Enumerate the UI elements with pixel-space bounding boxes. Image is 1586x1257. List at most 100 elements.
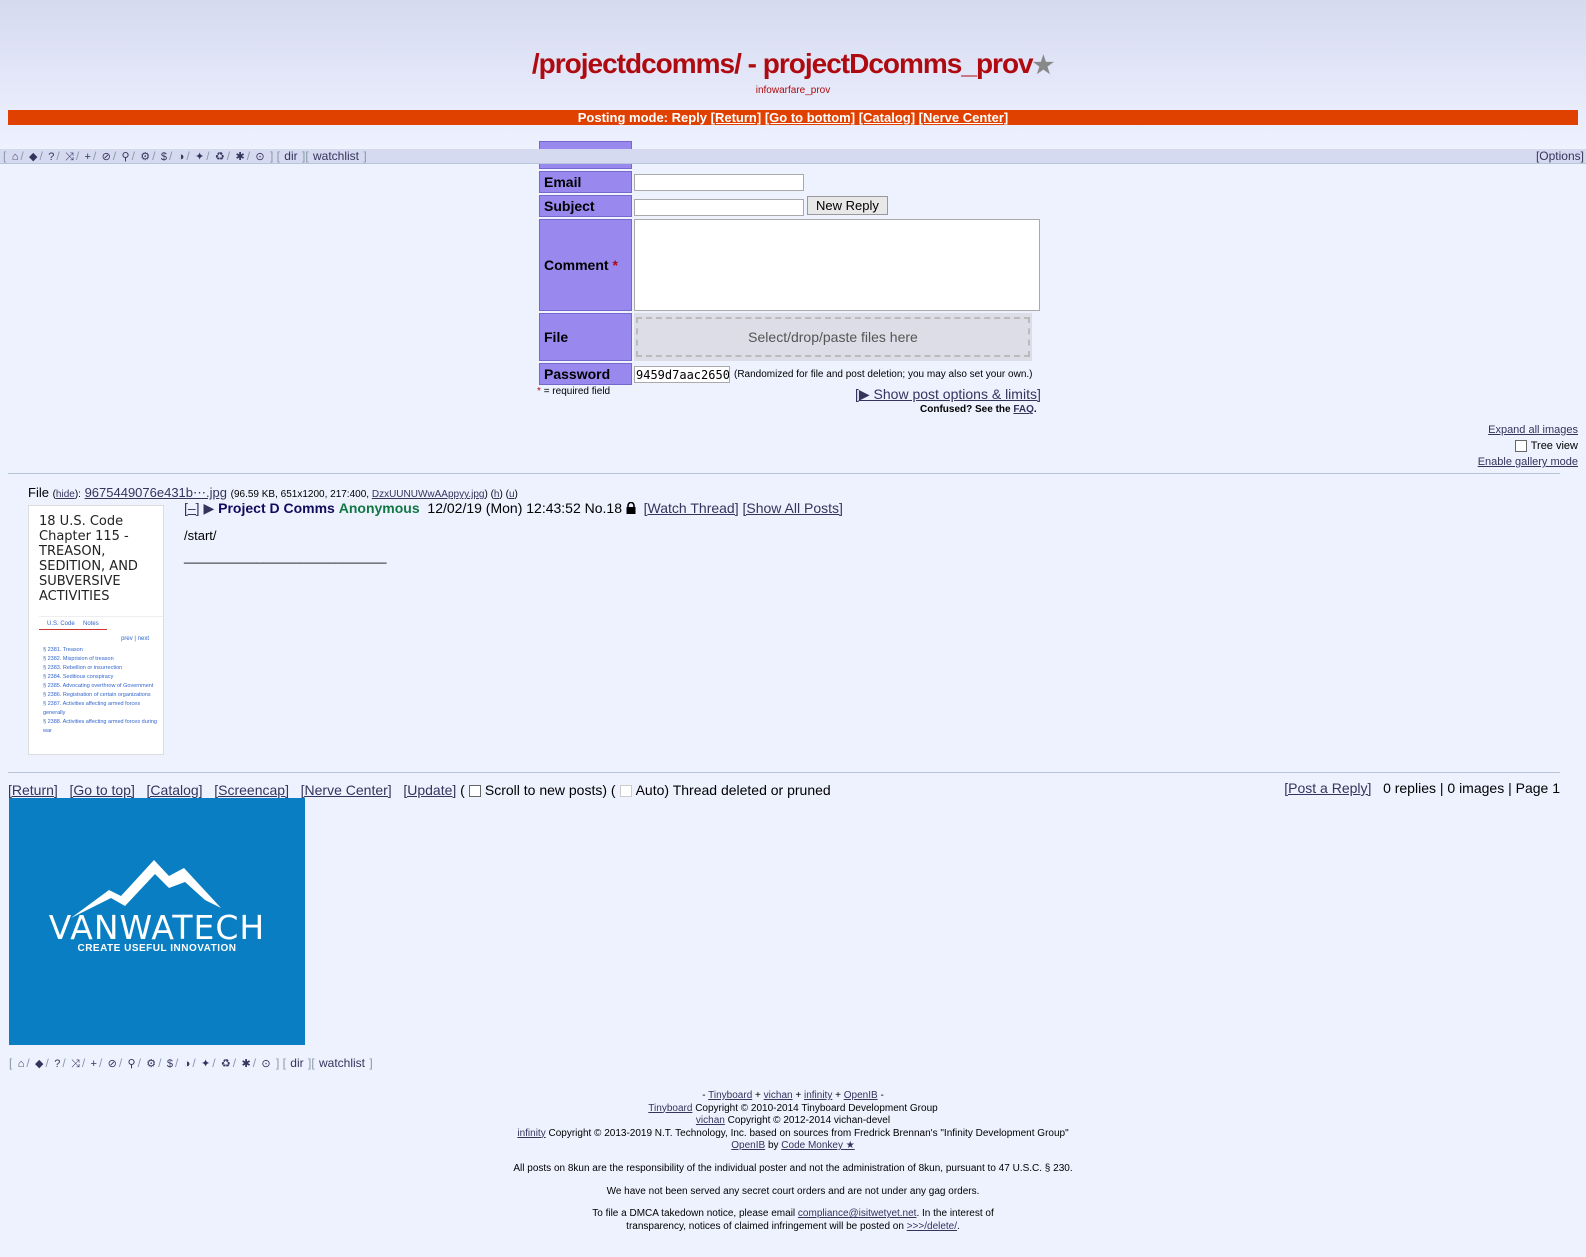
vanwatech-banner[interactable]: VANWATECH CREATE USEFUL INNOVATION [9, 798, 305, 1045]
post-menu-arrow-icon[interactable]: ▶ [203, 500, 214, 516]
h-link[interactable]: h [494, 489, 500, 500]
update-link[interactable]: [Update] [403, 782, 456, 798]
tags-icon[interactable]: ◆ [28, 151, 38, 163]
divider [8, 772, 1560, 773]
recycle-icon[interactable]: ♻ [214, 151, 226, 163]
watch-thread-link[interactable]: [Watch Thread] [644, 500, 739, 516]
scroll-to-new-posts-checkbox[interactable] [468, 785, 481, 798]
options-link[interactable]: [Options] [1536, 149, 1584, 163]
show-post-options-link[interactable]: [▶ Show post options & limits] [855, 386, 1041, 403]
faq-link[interactable]: FAQ [1013, 404, 1034, 415]
ban-icon[interactable]: ⊘ [101, 151, 112, 163]
infinity-link[interactable]: infinity [517, 1128, 545, 1139]
post-image-thumbnail[interactable]: 18 U.S. Code Chapter 115 - TREASON, SEDI… [28, 505, 164, 755]
show-all-posts-link[interactable]: [Show All Posts] [743, 500, 843, 516]
subject-field[interactable] [634, 198, 804, 216]
dollar-icon[interactable]: $ [160, 151, 168, 163]
nerve-center-link[interactable]: [Nerve Center] [301, 782, 392, 798]
vichan-link[interactable]: vichan [696, 1115, 725, 1126]
password-field[interactable]: 9459d7aac2650 [634, 365, 730, 383]
tree-view-option[interactable]: Tree view [1511, 440, 1578, 453]
bug-icon[interactable]: ✱ [240, 1058, 251, 1070]
new-reply-button[interactable]: New Reply [807, 196, 888, 216]
u-link[interactable]: u [509, 489, 515, 500]
go-to-top-link[interactable]: [Go to top] [69, 782, 134, 798]
return-link[interactable]: [Return] [711, 110, 762, 125]
search-icon[interactable]: ⚲ [121, 151, 131, 163]
tree-view-checkbox[interactable] [1514, 440, 1527, 453]
dir-link[interactable]: dir [284, 149, 297, 163]
contrast-icon[interactable]: ◑ [177, 151, 186, 163]
contrast-icon[interactable]: ◑ [183, 1058, 192, 1070]
vichan-link[interactable]: vichan [764, 1090, 793, 1101]
return-link[interactable]: [Return] [8, 782, 58, 798]
post-name: Anonymous [338, 500, 420, 516]
footer-legal-note: All posts on 8kun are the responsibility… [513, 1163, 1073, 1174]
catalog-link[interactable]: [Catalog] [147, 782, 203, 798]
board-title: /projectdcomms/ - projectDcomms_prov★ [0, 48, 1586, 80]
random-icon[interactable]: ⤨ [64, 151, 75, 163]
gallery-mode-link[interactable]: Enable gallery mode [1478, 456, 1578, 468]
tinyboard-link[interactable]: Tinyboard [708, 1090, 752, 1101]
hide-file-link[interactable]: hide [56, 489, 75, 500]
post-header: [–] ▶ Project D Comms Anonymous 12/02/19… [184, 500, 843, 517]
watchlist-link[interactable]: watchlist [313, 149, 359, 163]
file-dropzone[interactable]: Select/drop/paste files here [634, 313, 1032, 361]
board-title-text: /projectdcomms/ - projectDcomms_prov [531, 48, 1034, 79]
gear-icon[interactable]: ⚙ [145, 1058, 157, 1070]
gear-icon[interactable]: ⚙ [139, 151, 151, 163]
auto-update-checkbox[interactable] [619, 785, 632, 798]
openib-link[interactable]: OpenIB [844, 1090, 878, 1101]
plus-icon[interactable]: + [84, 151, 92, 163]
file-dropzone-text: Select/drop/paste files here [636, 317, 1030, 357]
comment-label: Comment * [539, 219, 632, 311]
comment-textarea[interactable] [634, 219, 1040, 311]
search-icon[interactable]: ⚲ [127, 1058, 137, 1070]
ban-icon[interactable]: ⊘ [107, 1058, 118, 1070]
delete-board-link[interactable]: >>>/delete/ [907, 1221, 957, 1232]
code-monkey-link[interactable]: Code Monkey ★ [781, 1140, 854, 1151]
post-a-reply-link[interactable]: [Post a Reply] [1284, 780, 1371, 796]
dir-link[interactable]: dir [290, 1056, 303, 1070]
go-to-bottom-link[interactable]: [Go to bottom] [765, 110, 855, 125]
compliance-email-link[interactable]: compliance@isitwetyet.net [798, 1208, 917, 1219]
email-field[interactable] [634, 173, 804, 191]
thumb-title: 18 U.S. Code Chapter 115 - TREASON, SEDI… [39, 514, 138, 604]
confused-note: Confused? See the FAQ. [920, 404, 1037, 415]
post-number[interactable]: No.18 [585, 500, 622, 516]
check-circle-icon[interactable]: ⊙ [254, 151, 265, 163]
tags-icon[interactable]: ◆ [34, 1058, 44, 1070]
board-subtitle: infowarfare_prov [755, 85, 831, 96]
favorite-star-icon[interactable]: ★ [1033, 52, 1055, 79]
random-icon[interactable]: ⤨ [70, 1058, 81, 1070]
plus-icon[interactable]: + [90, 1058, 98, 1070]
file-meta: (96.59 KB, 651x1200, 217:400, DzxUUNUWwA… [230, 489, 518, 500]
recycle-icon[interactable]: ♻ [220, 1058, 232, 1070]
post-subject: Project D Comms [218, 500, 335, 516]
twitter-icon[interactable]: ✦ [194, 151, 205, 163]
infinity-link[interactable]: infinity [804, 1090, 832, 1101]
twitter-icon[interactable]: ✦ [200, 1058, 211, 1070]
dollar-icon[interactable]: $ [166, 1058, 174, 1070]
thread-stats: [Post a Reply] 0 replies | 0 images | Pa… [1284, 780, 1560, 796]
nerve-center-link[interactable]: [Nerve Center] [919, 110, 1009, 125]
expand-all-images-link[interactable]: Expand all images [1488, 424, 1578, 436]
tinyboard-link[interactable]: Tinyboard [648, 1103, 692, 1114]
post-body-line: ____________________________ [184, 549, 387, 564]
catalog-link[interactable]: [Catalog] [859, 110, 915, 125]
required-star: * [612, 257, 618, 273]
file-name-link[interactable]: 9675449076e431b⋯.jpg [85, 485, 227, 500]
board-list-bottom: [ ⌂ / ◆ / ? / ⤨ / + / ⊘ / ⚲ / ⚙ / $ / ◑ / ✦ / ♻ / ✱ /… [9, 1056, 373, 1070]
footer-credits: - Tinyboard + vichan + infinity + OpenIB… [517, 1090, 1069, 1151]
bug-icon[interactable]: ✱ [234, 151, 245, 163]
original-filename-link[interactable]: DzxUUNUWwAAppyy.jpg [372, 489, 485, 500]
check-circle-icon[interactable]: ⊙ [260, 1058, 271, 1070]
watchlist-link[interactable]: watchlist [319, 1056, 365, 1070]
board-list-icons: [ ⌂ / ◆ / ? / ⤨ / + / ⊘ / ⚲ / ⚙ / $ / ◑ / ✦ / ♻ / ✱ /… [3, 149, 367, 163]
reply-form: Name Email Subject New Reply Comment * F… [537, 139, 1042, 387]
email-label: Email [539, 171, 632, 193]
screencap-link[interactable]: [Screencap] [214, 782, 289, 798]
subject-label: Subject [539, 195, 632, 217]
collapse-button[interactable]: [–] [184, 500, 200, 516]
openib-link[interactable]: OpenIB [731, 1140, 765, 1151]
